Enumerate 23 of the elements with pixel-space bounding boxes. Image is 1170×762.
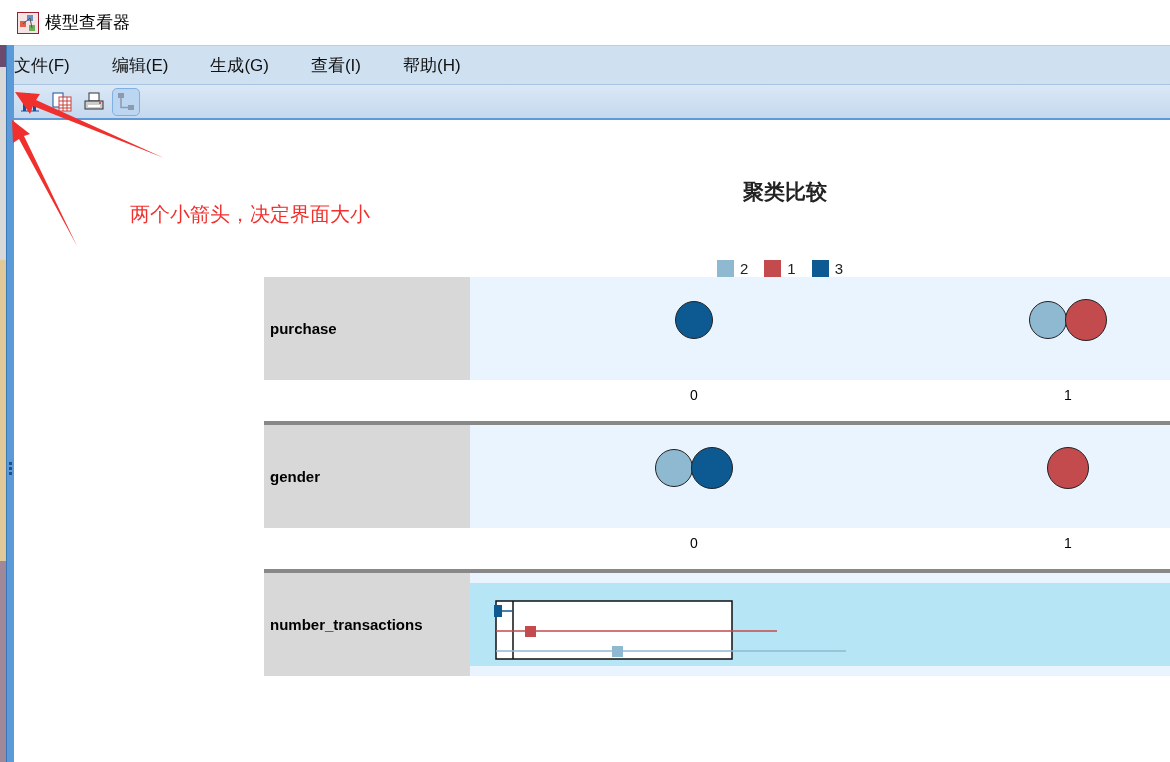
menu-item[interactable]: 生成(G) — [210, 53, 283, 77]
row-label: gender — [264, 425, 470, 528]
annotation-text: 两个小箭头，决定界面大小 — [130, 202, 370, 227]
category-label: 1 — [1064, 535, 1072, 551]
row-label: purchase — [264, 277, 470, 380]
legend-label: 1 — [787, 260, 796, 277]
menu-item[interactable]: 文件(F) — [14, 53, 84, 77]
legend-label: 2 — [740, 260, 749, 277]
tree-icon — [116, 91, 136, 112]
category-label: 0 — [690, 387, 698, 403]
menu-item[interactable]: 编辑(E) — [111, 53, 183, 77]
menu-item[interactable]: 帮助(H) — [403, 53, 475, 77]
chart-title: 聚类比较 — [743, 179, 827, 206]
grip-icon — [9, 461, 12, 476]
menu-item[interactable]: 查看(I) — [310, 53, 375, 77]
app-icon — [17, 11, 39, 34]
category-label: 1 — [1064, 387, 1072, 403]
legend-label: 3 — [834, 260, 843, 277]
table-icon — [52, 91, 72, 112]
window-title: 模型查看器 — [45, 12, 130, 34]
category-label: 0 — [690, 535, 698, 551]
row-label: number_transactions — [264, 573, 470, 676]
printer-icon — [84, 91, 104, 112]
